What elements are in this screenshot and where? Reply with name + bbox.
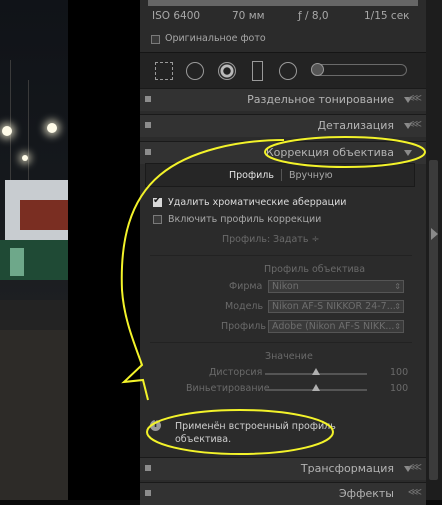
distortion-slider-knob[interactable] [312,368,320,375]
street-lamp [47,123,57,133]
panel-scrollbar[interactable] [426,0,442,500]
photo-preview [0,0,68,500]
divider [150,342,412,343]
section-title: Раздельное тонирование [247,93,394,106]
photo-border [68,0,140,500]
model-value: Nikon AF-S NIKKOR 24-7... [272,301,396,312]
notice-line-1: Применён встроенный профиль [175,421,336,432]
notice-line-2: объектива. [175,434,232,445]
red-eye-icon[interactable] [218,62,236,80]
info-icon: i [150,420,161,431]
enable-profile-checkbox[interactable] [153,215,162,224]
distortion-label: Дисторсия [209,367,263,378]
section-effects[interactable]: Эффекты ⋘ [140,482,426,505]
vignetting-label: Виньетирование [186,383,270,394]
panel-collapse-arrow-icon[interactable] [431,228,438,240]
tab-divider [281,169,282,181]
radial-filter-icon[interactable] [279,62,297,80]
lens-profile-heading: Профиль объектива [264,264,366,275]
street-lamp [2,126,12,136]
profile-label: Профиль [221,321,266,332]
panel-toggle-icon[interactable] [145,122,151,128]
panel-toggle-icon[interactable] [145,465,151,471]
drag-handle-icon: ⋘ [407,462,422,473]
section-lens-correction[interactable]: Коррекция объектива [140,141,426,164]
window [10,248,24,276]
remove-ca-checkbox[interactable] [153,195,162,207]
section-title: Детализация [317,119,394,132]
profile-setup-select[interactable]: Задать ÷ [273,234,319,245]
make-value: Nikon [272,281,299,292]
profile-select[interactable]: Adobe (Nikon AF-S NIKK... ⇕ [268,320,404,333]
model-label: Модель [225,301,264,312]
fence [0,300,68,330]
model-select[interactable]: Nikon AF-S NIKKOR 24-7... ⇕ [268,300,404,313]
brush-icon[interactable] [311,63,324,76]
divider [150,255,412,256]
drag-handle-icon: ⋘ [407,487,422,498]
collapse-arrow-icon [404,150,412,156]
drag-handle-icon: ⋘ [407,119,422,130]
profile-value: Adobe (Nikon AF-S NIKK... [272,321,395,332]
building-roof [20,200,68,230]
vignetting-slider-knob[interactable] [312,384,320,391]
tab-profile[interactable]: Профиль [229,170,274,181]
brush-slider[interactable] [311,64,407,76]
vignetting-value[interactable]: 100 [390,383,408,394]
scrollbar-thumb[interactable] [429,160,438,480]
graduated-filter-icon[interactable] [252,61,263,81]
histogram [148,0,418,6]
crop-tool-icon[interactable] [155,62,173,80]
make-select[interactable]: Nikon ⇕ [268,280,404,293]
chevron-updown-icon: ⇕ [394,322,401,331]
pavement [0,330,68,500]
amount-heading: Значение [265,351,313,362]
exif-iso: ISO 6400 [152,10,201,22]
exif-focal: 70 мм [232,10,265,22]
section-detail[interactable]: Детализация ⋘ [140,114,426,137]
section-split-toning[interactable]: Раздельное тонирование ⋘ [140,88,426,111]
make-label: Фирма [229,281,263,292]
enable-profile-label: Включить профиль коррекции [168,214,322,225]
drag-handle-icon: ⋘ [407,93,422,104]
exif-aperture: ƒ / 8,0 [298,10,329,22]
tab-bar [145,163,415,187]
original-photo-label: Оригинальное фото [165,33,266,44]
section-title: Эффекты [339,487,394,500]
section-title: Трансформация [300,462,394,475]
tab-manual[interactable]: Вручную [289,170,333,181]
street-lamp [22,155,28,161]
chevron-updown-icon: ⇕ [394,302,401,311]
panel-toggle-icon[interactable] [145,490,151,496]
section-title: Коррекция объектива [265,146,394,159]
section-transform[interactable]: Трансформация ⋘ [140,457,426,480]
panel-toggle-icon[interactable] [145,96,151,102]
spot-removal-icon[interactable] [186,62,204,80]
original-photo-checkbox[interactable] [151,35,160,44]
distortion-value[interactable]: 100 [390,367,408,378]
profile-setup-label: Профиль: [222,234,271,245]
remove-ca-label: Удалить хроматические аберрации [168,197,347,208]
chevron-updown-icon: ⇕ [394,282,401,291]
panel-toggle-icon[interactable] [145,149,151,155]
exif-shutter: 1/15 сек [364,10,410,22]
